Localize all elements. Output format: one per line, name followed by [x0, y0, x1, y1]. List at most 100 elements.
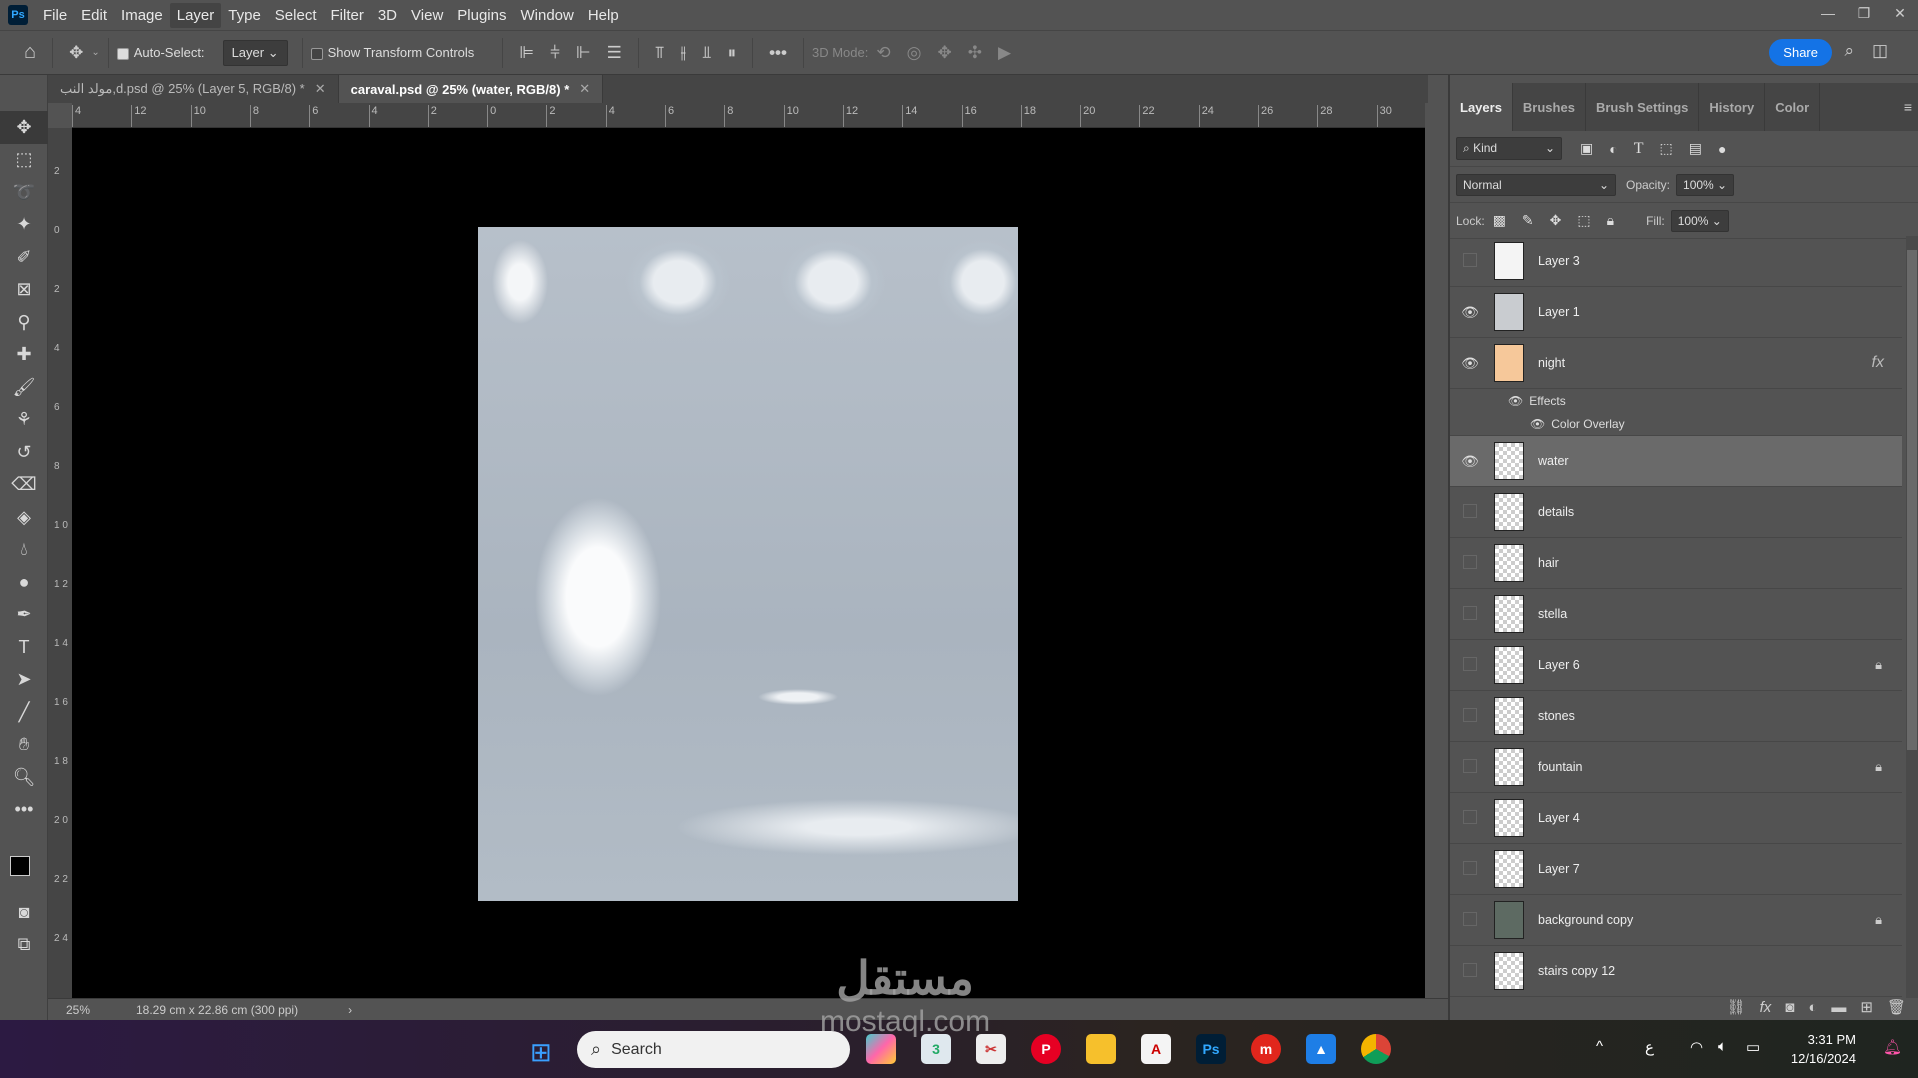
minimize-button[interactable]: — — [1810, 0, 1846, 26]
layer-row[interactable]: 👁︎ water — [1450, 436, 1902, 487]
quick-selection-tool-icon[interactable]: ✐ — [0, 241, 48, 274]
align-bottom-icon[interactable]: ⫫ — [702, 43, 712, 63]
layer-name[interactable]: Layer 4 — [1538, 811, 1580, 825]
filter-smart-object-icon[interactable]: ▤ — [1689, 140, 1702, 157]
lasso-tool-icon[interactable]: ➰ — [0, 176, 48, 209]
more-options-icon[interactable]: ••• — [769, 43, 787, 63]
menu-image[interactable]: Image — [114, 3, 170, 28]
layer-name[interactable]: hair — [1538, 556, 1559, 570]
layer-row[interactable]: hair — [1450, 538, 1902, 589]
visibility-toggle[interactable] — [1450, 605, 1490, 623]
visibility-toggle[interactable] — [1450, 503, 1490, 521]
menu-help[interactable]: Help — [581, 3, 626, 28]
menu-view[interactable]: View — [404, 3, 450, 28]
lock-image-icon[interactable]: ✎ — [1522, 212, 1534, 229]
marquee-tool-icon[interactable]: ⬚ — [0, 144, 48, 177]
effects-eye-icon[interactable]: 👁︎ — [1508, 394, 1523, 408]
acrobat-icon[interactable]: A — [1141, 1034, 1171, 1064]
layer-row[interactable]: stella — [1450, 589, 1902, 640]
auto-select-checkbox[interactable]: Auto-Select: — [116, 45, 205, 60]
menu-window[interactable]: Window — [513, 3, 580, 28]
search-icon[interactable]: ⌕ — [1844, 41, 1854, 61]
calendar-app-icon[interactable]: 3 — [921, 1034, 951, 1064]
edit-toolbar-icon[interactable]: ••• — [0, 794, 48, 827]
layer-name[interactable]: details — [1538, 505, 1574, 519]
align-center-icon[interactable]: ⫩ — [550, 43, 560, 63]
color-swatches[interactable] — [0, 826, 47, 896]
color-overlay-row[interactable]: 👁︎ Color Overlay — [1450, 412, 1902, 435]
eyedropper-tool-icon[interactable]: ⚲ — [0, 306, 48, 339]
chrome-icon[interactable] — [1361, 1034, 1391, 1064]
layer-name[interactable]: fountain — [1538, 760, 1582, 774]
new-group-icon[interactable]: ▬ — [1831, 999, 1846, 1016]
panel-menu-icon[interactable]: ≡ — [1904, 99, 1912, 115]
visibility-eye-icon[interactable]: 👁︎ — [1450, 453, 1490, 470]
3d-slide-icon[interactable]: ✣ — [968, 43, 982, 63]
show-hidden-icons[interactable]: ^ — [1596, 1038, 1603, 1055]
lock-transparent-icon[interactable]: ▩ — [1493, 212, 1506, 229]
snipping-tool-icon[interactable]: ✂ — [976, 1034, 1006, 1064]
eraser-tool-icon[interactable]: ⌫ — [0, 469, 48, 502]
panel-tab-history[interactable]: History — [1699, 83, 1766, 131]
layer-row[interactable]: 👁︎ Layer 1 — [1450, 287, 1902, 338]
menu-3d[interactable]: 3D — [371, 3, 404, 28]
layer-row[interactable]: background copy 🔒︎ — [1450, 895, 1902, 946]
pen-tool-icon[interactable]: ✒ — [0, 599, 48, 632]
move-tool-icon[interactable]: ✥ — [0, 111, 48, 144]
filter-kind-dropdown[interactable]: ⌕ Kind ⌄ — [1456, 137, 1562, 160]
visibility-eye-icon[interactable]: 👁︎ — [1450, 355, 1490, 372]
chevron-down-icon[interactable]: ⌄ — [91, 47, 99, 58]
document-artwork[interactable] — [478, 227, 1018, 901]
layer-name[interactable]: water — [1538, 454, 1569, 468]
lock-position-icon[interactable]: ✥ — [1550, 212, 1562, 229]
home-icon[interactable]: ⌂ — [24, 41, 36, 64]
filter-adjustment-icon[interactable]: ◐ — [1609, 141, 1617, 157]
share-button[interactable]: Share — [1769, 39, 1832, 66]
visibility-toggle[interactable] — [1450, 758, 1490, 776]
effects-row[interactable]: 👁︎ Effects — [1450, 389, 1902, 412]
auto-select-target-dropdown[interactable]: Layer ⌄ — [222, 39, 288, 66]
panel-tab-brushes[interactable]: Brushes — [1513, 83, 1586, 131]
clock[interactable]: 3:31 PM 12/16/2024 — [1791, 1030, 1856, 1068]
align-right-icon[interactable]: ⊩ — [576, 43, 591, 63]
paint-bucket-tool-icon[interactable]: ◈ — [0, 501, 48, 534]
restore-button[interactable]: ❐ — [1846, 0, 1882, 26]
layer-row[interactable]: 👁︎ night fx — [1450, 338, 1902, 389]
menu-type[interactable]: Type — [221, 3, 268, 28]
visibility-eye-icon[interactable]: 👁︎ — [1450, 304, 1490, 321]
show-transform-controls-checkbox[interactable]: Show Transform Controls — [310, 45, 474, 60]
filter-type-icon[interactable]: T — [1634, 140, 1644, 158]
magic-wand-tool-icon[interactable]: ✦ — [0, 209, 48, 242]
adjustment-layer-icon[interactable]: ◐ — [1808, 999, 1817, 1016]
add-mask-icon[interactable]: ◙ — [1785, 999, 1794, 1016]
photoshop-taskbar-icon[interactable]: Ps — [1196, 1034, 1226, 1064]
close-window-button[interactable]: ✕ — [1882, 0, 1918, 26]
move-tool-icon[interactable]: ✥ — [69, 43, 83, 63]
line-tool-icon[interactable]: ╱ — [0, 696, 48, 729]
healing-brush-tool-icon[interactable]: ✚ — [0, 339, 48, 372]
history-brush-tool-icon[interactable]: ↺ — [0, 436, 48, 469]
lock-all-icon[interactable]: 🔒︎ — [1607, 212, 1614, 229]
close-tab-icon[interactable]: ✕ — [579, 81, 590, 97]
visibility-toggle[interactable] — [1450, 554, 1490, 572]
lock-artboard-icon[interactable]: ⬚ — [1577, 212, 1590, 229]
visibility-toggle[interactable] — [1450, 707, 1490, 725]
layer-row[interactable]: Layer 3 — [1450, 236, 1902, 287]
align-left-icon[interactable]: ⊫ — [519, 43, 534, 63]
blend-mode-dropdown[interactable]: Normal ⌄ — [1456, 173, 1616, 196]
zoom-level[interactable]: 25% — [48, 1003, 108, 1017]
add-layer-style-icon[interactable]: fx — [1760, 999, 1772, 1016]
align-middle-icon[interactable]: ⫲ — [681, 43, 687, 63]
panel-tab-color[interactable]: Color — [1765, 83, 1821, 131]
layer-name[interactable]: stairs copy 12 — [1538, 964, 1615, 978]
screen-mode-icon[interactable]: ⧉ — [0, 929, 48, 962]
menu-plugins[interactable]: Plugins — [450, 3, 513, 28]
foreground-color[interactable] — [10, 856, 30, 876]
frame-tool-icon[interactable]: ⊠ — [0, 274, 48, 307]
menu-filter[interactable]: Filter — [324, 3, 371, 28]
blur-tool-icon[interactable]: 💧︎ — [0, 534, 48, 567]
file-explorer-icon[interactable] — [1086, 1034, 1116, 1064]
layer-row[interactable]: Layer 6 🔒︎ — [1450, 640, 1902, 691]
path-selection-tool-icon[interactable]: ➤ — [0, 664, 48, 697]
layer-name[interactable]: Layer 1 — [1538, 305, 1580, 319]
